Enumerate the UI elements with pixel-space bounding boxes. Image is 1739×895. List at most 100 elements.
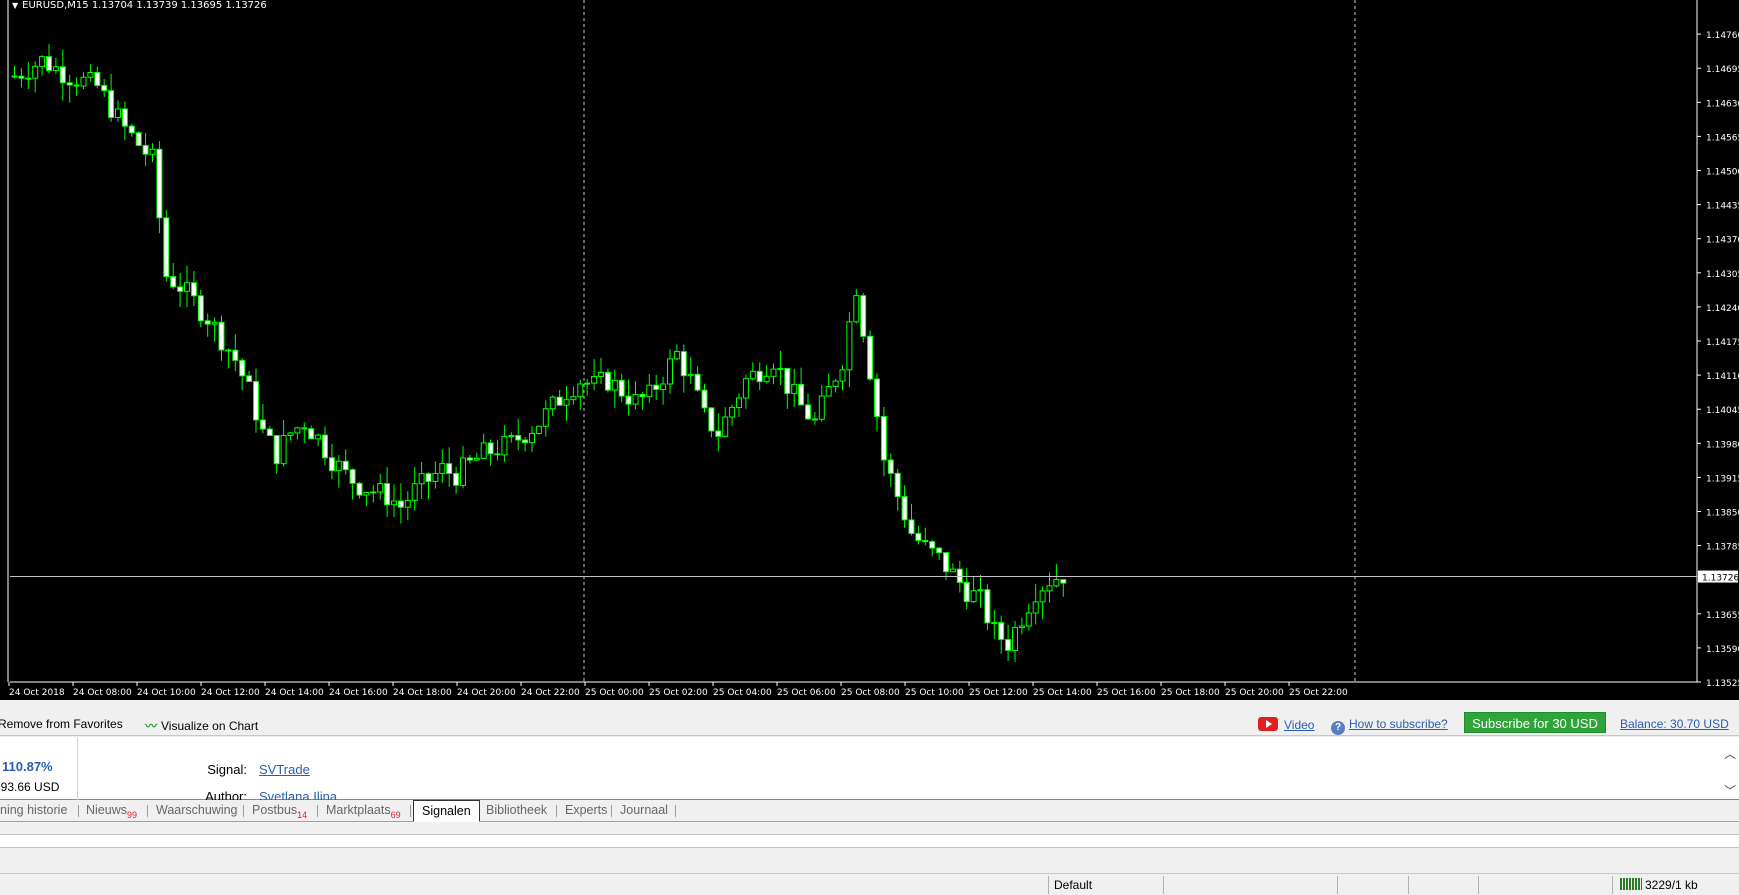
candle-body xyxy=(11,75,18,78)
candle-body xyxy=(970,590,977,603)
remove-favorites-button[interactable]: Remove from Favorites xyxy=(0,717,123,731)
x-tick-label: 25 Oct 06:00 xyxy=(777,688,836,698)
candle-body xyxy=(646,384,653,398)
candle-body xyxy=(163,217,170,278)
tab-nieuws[interactable]: Nieuws99 xyxy=(78,800,145,821)
how-to-subscribe-label: How to subscribe? xyxy=(1349,717,1448,731)
price-chart[interactable]: 1.14760 1.14695 1.14630 1.14565 1.14500 1.144… xyxy=(0,0,1739,700)
candle-body xyxy=(943,552,949,573)
bid-price-label: 1.13726 xyxy=(1702,574,1739,584)
tab-label: Postbus xyxy=(252,803,298,817)
tab-postbus[interactable]: Postbus14 xyxy=(244,800,315,821)
tab-label: Waarschuwing xyxy=(156,803,238,817)
candle-body xyxy=(701,389,708,409)
candle-body xyxy=(832,380,839,388)
visualize-on-chart-button[interactable]: 〰 Visualize on Chart xyxy=(145,717,258,734)
video-link[interactable]: Video xyxy=(1258,717,1314,732)
tab-marktplaats[interactable]: Marktplaats69 xyxy=(318,800,409,821)
candle-body xyxy=(128,125,135,134)
candle-body xyxy=(798,383,805,406)
candle-body xyxy=(522,439,529,444)
candle-body xyxy=(335,460,342,472)
candle-body xyxy=(563,399,570,406)
candle-body xyxy=(232,349,239,361)
candle-body xyxy=(1046,585,1053,592)
candle-body xyxy=(18,75,25,79)
candle-body xyxy=(135,132,142,146)
status-profile[interactable]: Default xyxy=(1054,878,1092,892)
subscribe-button[interactable]: Subscribe for 30 USD xyxy=(1464,712,1606,733)
candlestick-chart-canvas[interactable]: 1.14760 1.14695 1.14630 1.14565 1.14500 1.144… xyxy=(0,0,1739,700)
candle-body xyxy=(115,108,121,118)
tab-experts[interactable]: Experts xyxy=(557,800,615,821)
signal-growth-value: 110.87% xyxy=(2,759,53,774)
tab-badge: 99 xyxy=(127,810,138,820)
candle-body xyxy=(94,71,101,86)
x-tick-label: 24 Oct 2018 xyxy=(9,688,65,698)
candle-body xyxy=(749,370,756,380)
candle-body xyxy=(391,500,397,506)
tab-label: Experts xyxy=(565,803,608,817)
candle-body xyxy=(867,335,874,380)
tab-label: Nieuws xyxy=(86,803,127,817)
scroll-up-icon[interactable]: ︿ xyxy=(1723,745,1737,762)
candle-body xyxy=(708,407,715,432)
candle-body xyxy=(246,375,253,382)
scroll-down-icon[interactable]: ﹀ xyxy=(1723,782,1737,799)
signal-details-panel: 110.87% 993.66 USD Signal: SVTrade Autho… xyxy=(0,737,1739,804)
x-tick-label: 24 Oct 14:00 xyxy=(265,688,324,698)
tab-signalen[interactable]: Signalen xyxy=(413,800,480,822)
y-tick-label: 1.13850 xyxy=(1706,509,1739,519)
candle-body xyxy=(501,435,508,456)
youtube-icon xyxy=(1258,717,1278,731)
candle-body xyxy=(156,148,163,219)
x-tick-label: 25 Oct 02:00 xyxy=(649,688,708,698)
how-to-subscribe-link[interactable]: ? How to subscribe? xyxy=(1331,717,1448,735)
candle-body xyxy=(625,395,632,405)
candle-body xyxy=(453,472,460,486)
tab-bibliotheek[interactable]: Bibliotheek xyxy=(478,800,555,821)
candle-body xyxy=(177,286,184,292)
y-tick-label: 1.13590 xyxy=(1706,645,1739,655)
candle-body xyxy=(929,541,936,549)
x-tick-label: 24 Oct 12:00 xyxy=(201,688,260,698)
candle-body xyxy=(770,368,777,377)
help-icon: ? xyxy=(1331,721,1345,735)
candle-body xyxy=(446,463,453,474)
candle-body xyxy=(894,472,901,498)
y-tick-label: 1.13980 xyxy=(1706,440,1739,450)
candle-body xyxy=(535,425,542,434)
candle-body xyxy=(805,404,811,420)
x-tick-label: 24 Oct 22:00 xyxy=(521,688,580,698)
candle-body xyxy=(853,295,860,323)
candle-body xyxy=(322,434,328,459)
tab-journaal[interactable]: Journaal xyxy=(612,800,676,821)
tab-ning-historie[interactable]: ning historie xyxy=(0,800,75,821)
candle-body xyxy=(397,500,404,508)
candle-body xyxy=(204,320,211,325)
candle-body xyxy=(611,379,618,391)
tab-waarschuwing[interactable]: Waarschuwing xyxy=(148,800,246,821)
panel-scrollbar[interactable]: ︿ ﹀ xyxy=(1723,739,1737,799)
candle-body xyxy=(377,483,384,493)
candle-body xyxy=(253,380,259,421)
candle-body xyxy=(315,434,322,440)
candle-body xyxy=(1053,579,1060,587)
candle-body xyxy=(425,473,432,482)
signal-name-link[interactable]: SVTrade xyxy=(259,762,310,777)
tab-label: Bibliotheek xyxy=(486,803,548,817)
y-tick-label: 1.14305 xyxy=(1706,270,1739,280)
y-tick-label: 1.13655 xyxy=(1706,611,1739,621)
chart-menu-caret-icon[interactable]: ▼ xyxy=(12,1,18,10)
candle-body xyxy=(87,71,94,78)
y-tick-label: 1.14110 xyxy=(1706,372,1739,382)
candle-body xyxy=(729,406,736,418)
candle-body xyxy=(101,84,108,92)
candle-body xyxy=(1012,626,1018,651)
balance-link[interactable]: Balance: 30.70 USD xyxy=(1620,717,1729,731)
candle-body xyxy=(239,359,246,377)
x-tick-label: 25 Oct 04:00 xyxy=(713,688,772,698)
x-tick-label: 25 Oct 14:00 xyxy=(1033,688,1092,698)
candle-body xyxy=(604,371,611,391)
candle-body xyxy=(1032,601,1039,614)
